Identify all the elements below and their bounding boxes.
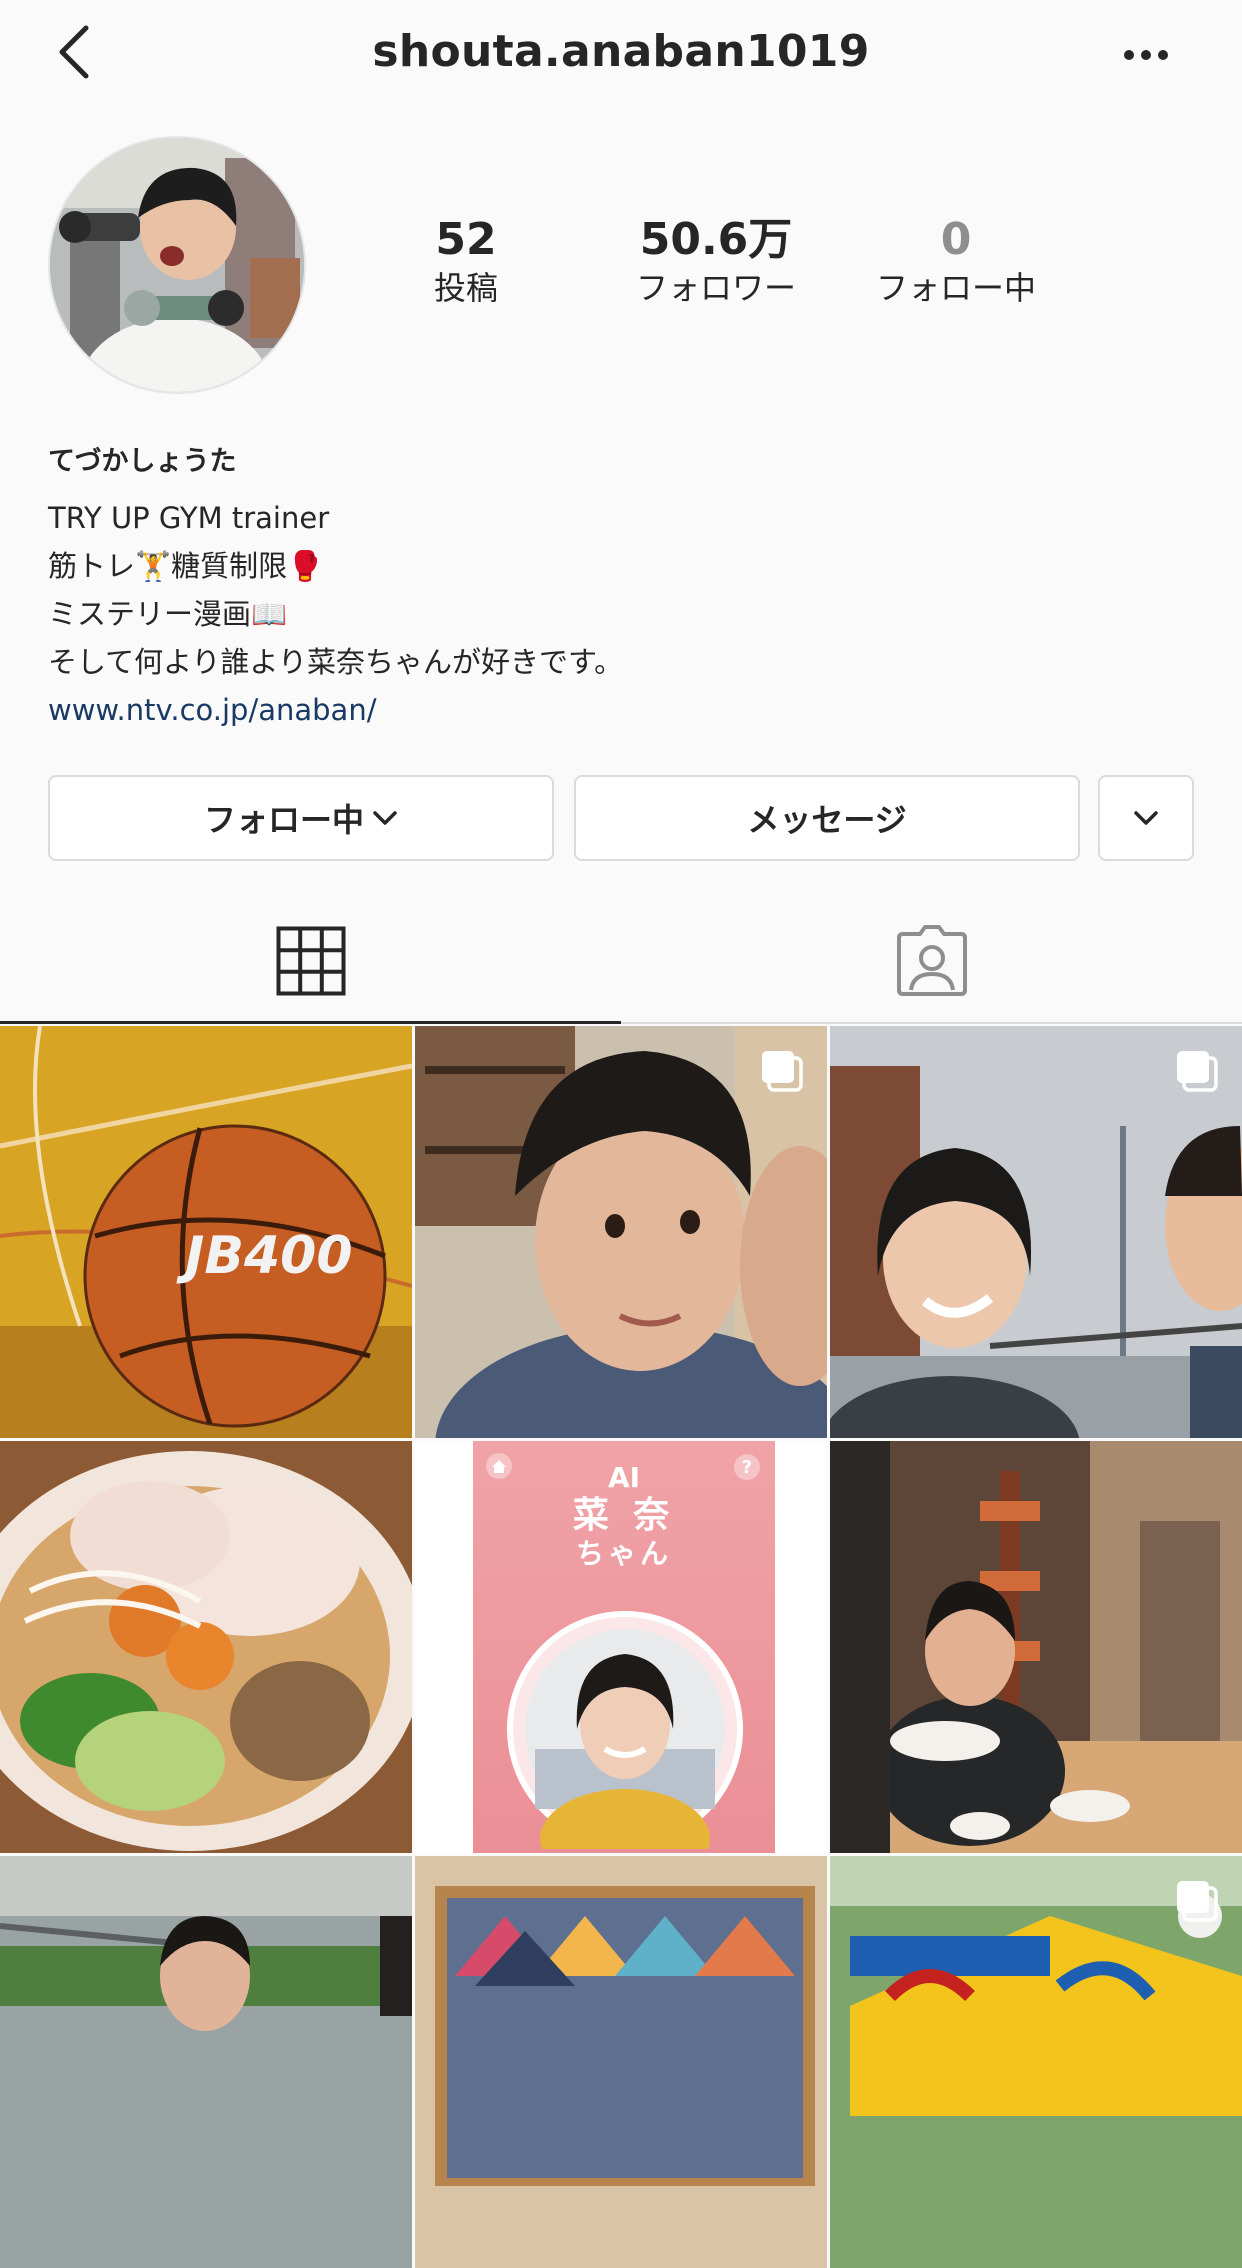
post-thumbnail[interactable] — [830, 1026, 1242, 1438]
stat-following-label: フォロー中 — [875, 269, 1036, 307]
profile-username: shouta.anaban1019 — [372, 26, 870, 77]
tagged-person-icon — [896, 925, 967, 996]
suggested-accounts-button[interactable] — [1098, 775, 1194, 861]
bio-website-link[interactable]: www.ntv.co.jp/anaban/ — [48, 686, 1198, 734]
stat-followers[interactable]: 50.6万 フォロワー — [606, 214, 826, 310]
post-thumbnail[interactable] — [830, 1856, 1242, 2268]
post-image-artwork — [415, 1856, 827, 2268]
message-button-label: メッセージ — [747, 801, 907, 839]
stat-following[interactable]: 0 フォロー中 — [846, 214, 1066, 310]
help-icon: ? — [734, 1454, 760, 1480]
multiple-photos-icon — [762, 1051, 803, 1092]
chevron-down-icon — [1134, 811, 1158, 825]
ai-card-suffix: ちゃん — [575, 1537, 672, 1570]
post-image-hotpot — [0, 1441, 412, 1853]
svg-text:?: ? — [742, 1457, 752, 1478]
multiple-photos-icon — [1177, 1051, 1218, 1092]
profile-tabs — [0, 900, 1242, 1024]
ai-card-name: 菜 奈 — [572, 1495, 676, 1536]
bio-line: TRY UP GYM trainer — [48, 501, 330, 535]
stat-posts-label: 投稿 — [433, 269, 498, 307]
stat-followers-count: 50.6万 — [639, 214, 793, 265]
multiple-photos-icon — [1177, 1881, 1218, 1922]
bio-line: 筋トレ🏋️糖質制限🥊 — [48, 549, 324, 583]
post-thumbnail[interactable] — [830, 1441, 1242, 1853]
tab-posts-grid[interactable] — [0, 900, 621, 1024]
stat-following-count: 0 — [940, 214, 972, 265]
home-icon — [486, 1453, 512, 1479]
message-button[interactable]: メッセージ — [574, 775, 1080, 861]
post-thumbnail[interactable]: AI 菜 奈 ちゃん ? — [415, 1441, 827, 1853]
grid-icon — [276, 926, 345, 995]
stat-posts[interactable]: 52 投稿 — [356, 214, 576, 310]
following-button[interactable]: フォロー中 — [48, 775, 554, 861]
svg-text:JB400: JB400 — [176, 1226, 353, 1286]
post-image-ai-card: AI 菜 奈 ちゃん ? — [473, 1441, 775, 1853]
post-image-basketball: JB400 — [0, 1026, 412, 1438]
post-image-dinner — [830, 1441, 1242, 1853]
following-button-label: フォロー中 — [203, 801, 364, 839]
chevron-down-icon — [373, 811, 397, 825]
more-options-button[interactable] — [1116, 30, 1176, 80]
ai-card-title: AI — [607, 1461, 641, 1494]
profile-display-name: てづかしょうた — [48, 446, 237, 477]
post-thumbnail[interactable] — [0, 1856, 412, 2268]
post-thumbnail[interactable] — [0, 1441, 412, 1853]
more-horizontal-icon — [1124, 50, 1168, 60]
bio-line: ミステリー漫画📖 — [48, 597, 288, 631]
profile-stats: 52 投稿 50.6万 フォロワー 0 フォロー中 — [400, 214, 1080, 324]
posts-grid: JB400 AI 菜 奈 ちゃん ? — [0, 1026, 1242, 2268]
post-thumbnail[interactable]: JB400 — [0, 1026, 412, 1438]
ai-card-portrait — [507, 1611, 743, 1849]
tab-tagged[interactable] — [621, 900, 1242, 1022]
profile-bio: てづかしょうた TRY UP GYM trainer 筋トレ🏋️糖質制限🥊 ミス… — [48, 440, 1198, 734]
post-thumbnail[interactable] — [415, 1026, 827, 1438]
post-thumbnail[interactable] — [415, 1856, 827, 2268]
avatar-photo — [50, 138, 304, 392]
stat-followers-label: フォロワー — [635, 269, 796, 307]
bio-line: そして何より誰より菜奈ちゃんが好きです。 — [48, 645, 624, 679]
profile-header: shouta.anaban1019 — [0, 0, 1242, 112]
post-image-riverside — [0, 1856, 412, 2268]
profile-avatar[interactable] — [48, 136, 306, 394]
stat-posts-count: 52 — [435, 214, 497, 265]
